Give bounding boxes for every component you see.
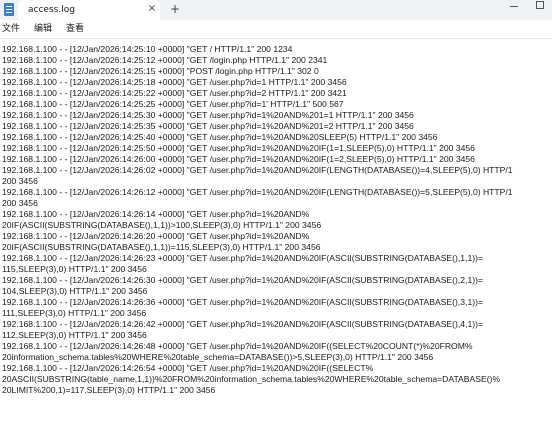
notepad-window: access.log × + 文件 编辑 查看 192.168.1.100 - …: [0, 0, 552, 427]
log-line: 104,SLEEP(3),0) HTTP/1.1" 200 3456: [2, 286, 148, 296]
log-line: 192.168.1.100 - - [12/Jan/2026:14:25:10 …: [2, 44, 293, 54]
log-line: 20LIMIT%200,1)=117,SLEEP(3),0) HTTP/1.1"…: [2, 385, 216, 395]
log-line: 112,SLEEP(3),0) HTTP/1.1" 200 3456: [2, 330, 147, 340]
notepad-icon: [4, 3, 14, 16]
log-line: 192.168.1.100 - - [12/Jan/2026:14:25:40 …: [2, 132, 438, 142]
log-line: 192.168.1.100 - - [12/Jan/2026:14:26:00 …: [2, 154, 475, 164]
log-line: 200 3456: [2, 176, 38, 186]
menu-file[interactable]: 文件: [2, 23, 20, 35]
close-icon[interactable]: ×: [146, 3, 158, 15]
log-line: 192.168.1.100 - - [12/Jan/2026:14:26:54 …: [2, 363, 374, 373]
log-line: 20IF(ASCII(SUBSTRING(DATABASE(),1,1))>10…: [2, 220, 322, 230]
log-line: 192.168.1.100 - - [12/Jan/2026:14:25:15 …: [2, 66, 319, 76]
log-line: 20IF(ASCII(SUBSTRING(DATABASE(),1,1))=11…: [2, 242, 321, 252]
minimize-icon[interactable]: [504, 0, 524, 14]
log-line: 192.168.1.100 - - [12/Jan/2026:14:25:25 …: [2, 99, 344, 109]
log-line: 192.168.1.100 - - [12/Jan/2026:14:25:12 …: [2, 55, 328, 65]
menu-bar: 文件 编辑 查看: [0, 20, 552, 39]
log-line: 192.168.1.100 - - [12/Jan/2026:14:25:18 …: [2, 77, 347, 87]
log-line: 192.168.1.100 - - [12/Jan/2026:14:25:30 …: [2, 110, 414, 120]
log-line: 192.168.1.100 - - [12/Jan/2026:14:26:42 …: [2, 319, 483, 329]
log-line: 192.168.1.100 - - [12/Jan/2026:14:26:02 …: [2, 165, 513, 175]
log-line: 192.168.1.100 - - [12/Jan/2026:14:26:12 …: [2, 187, 513, 197]
menu-view[interactable]: 查看: [66, 23, 84, 35]
log-line: 111,SLEEP(3),0) HTTP/1.1" 200 3456: [2, 308, 147, 318]
text-editor[interactable]: 192.168.1.100 - - [12/Jan/2026:14:25:10 …: [0, 44, 552, 427]
log-line: 192.168.1.100 - - [12/Jan/2026:14:26:36 …: [2, 297, 483, 307]
log-line: 20ASCII(SUBSTRING(table_name,1,1))%20FRO…: [2, 374, 501, 384]
menu-edit[interactable]: 编辑: [34, 23, 52, 35]
tab-access-log[interactable]: access.log ×: [18, 0, 160, 20]
tab-bar: access.log × +: [0, 0, 552, 20]
log-line: 192.168.1.100 - - [12/Jan/2026:14:26:23 …: [2, 253, 483, 263]
log-line: 20information_schema.tables%20WHERE%20ta…: [2, 352, 434, 362]
log-line: 192.168.1.100 - - [12/Jan/2026:14:25:35 …: [2, 121, 414, 131]
log-line: 192.168.1.100 - - [12/Jan/2026:14:26:48 …: [2, 341, 473, 351]
maximize-icon[interactable]: [530, 0, 550, 14]
log-line: 192.168.1.100 - - [12/Jan/2026:14:26:14 …: [2, 209, 310, 219]
log-line: 192.168.1.100 - - [12/Jan/2026:14:25:50 …: [2, 143, 475, 153]
log-line: 192.168.1.100 - - [12/Jan/2026:14:26:30 …: [2, 275, 483, 285]
log-line: 192.168.1.100 - - [12/Jan/2026:14:25:22 …: [2, 88, 347, 98]
log-line: 192.168.1.100 - - [12/Jan/2026:14:26:20 …: [2, 231, 310, 241]
tab-title: access.log: [28, 5, 75, 15]
log-line: 115,SLEEP(3),0) HTTP/1.1" 200 3456: [2, 264, 147, 274]
log-line: 200 3456: [2, 198, 38, 208]
plus-icon[interactable]: +: [168, 2, 182, 16]
